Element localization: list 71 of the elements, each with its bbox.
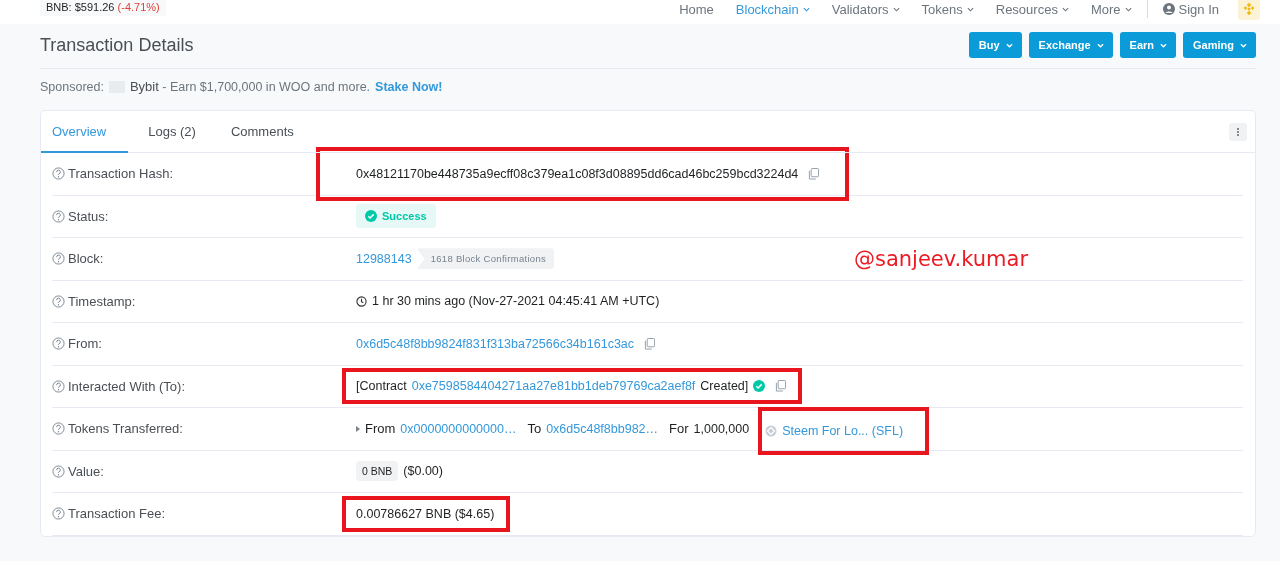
nav-link[interactable]: More [1079, 1, 1143, 17]
contract-suffix: Created] [700, 379, 749, 394]
value-badge: 0 BNB [356, 461, 399, 482]
help-icon [52, 337, 65, 351]
field-label: Value: [68, 463, 104, 479]
field-label: Timestamp: [68, 293, 136, 309]
transaction-hash: 0x48121170be448735a9ecff08c379ea1c08f3d08895dd6cad46bc259bcd3224d4 [356, 166, 799, 181]
user-icon [1162, 3, 1175, 15]
from-label: From [365, 421, 396, 437]
token-icon [765, 424, 778, 437]
help-icon [52, 294, 65, 308]
caret-icon [1160, 42, 1168, 48]
verified-icon [753, 380, 766, 393]
help-icon [52, 507, 65, 521]
caret-icon [356, 425, 360, 432]
more-options-button[interactable] [1229, 123, 1247, 141]
field-label: Interacted With (To): [68, 378, 186, 394]
sponsored-label: Sponsored: [40, 79, 104, 94]
dropdown-button[interactable]: Gaming [1183, 32, 1256, 58]
for-label: For [669, 421, 689, 437]
nav-link[interactable]: Tokens [910, 1, 985, 17]
help-icon [52, 422, 65, 436]
tab[interactable]: Comments [210, 111, 309, 153]
field-label: Transaction Hash: [68, 166, 173, 182]
contract-prefix: [Contract [356, 379, 407, 394]
dropdown-button[interactable]: Buy [968, 32, 1022, 58]
status-badge: Success [356, 204, 436, 229]
nav-link[interactable]: Validators [820, 1, 911, 17]
page-title: Transaction Details [40, 34, 194, 56]
sign-in-link[interactable]: Sign In [1151, 1, 1230, 17]
nav-link[interactable]: Blockchain [724, 1, 821, 17]
address-link[interactable]: 0x0000000000000… [400, 421, 517, 436]
logo-icon[interactable] [1238, 0, 1260, 20]
clock-icon [356, 295, 367, 307]
dropdown-button[interactable]: Exchange [1028, 32, 1113, 58]
field-label: Status: [68, 208, 109, 224]
address-link[interactable]: 0x6d5c48f8bb9824f831f313ba72566c34b161c3ac [356, 336, 635, 351]
help-icon [52, 209, 65, 223]
sponsor-text: Bybit - Earn $1,700,000 in WOO and more. [129, 79, 371, 94]
dropdown-button[interactable]: Earn [1119, 32, 1177, 58]
field-label: Block: [68, 251, 104, 267]
address-link[interactable]: 0x6d5c48f8bb982… [546, 421, 659, 436]
block-link[interactable]: 12988143 [356, 251, 412, 266]
stake-now-link[interactable]: Stake Now! [375, 79, 443, 94]
nav-link[interactable]: Home [668, 1, 725, 17]
help-icon [52, 167, 65, 181]
caret-icon [1096, 42, 1104, 48]
timestamp-text: 1 hr 30 mins ago (Nov-27-2021 04:45:41 AM +UTC) [372, 294, 660, 309]
help-icon [52, 464, 65, 478]
copy-icon[interactable] [808, 167, 820, 180]
tab[interactable]: Logs (2) [128, 111, 211, 153]
contract-link[interactable]: 0xe7598584404271aa27e81bb1deb79769ca2aef8f [411, 379, 696, 394]
help-icon [52, 379, 65, 393]
tab[interactable]: Overview [41, 111, 129, 153]
caret-icon [1005, 42, 1013, 48]
field-label: Transaction Fee: [68, 506, 166, 522]
nav-link[interactable]: Resources [984, 1, 1080, 17]
annotation-text: @sanjeev.kumar [854, 247, 1029, 271]
copy-icon[interactable] [775, 380, 787, 393]
confirmations-badge: 1618 Block Confirmations [416, 248, 555, 270]
token-amount: 1,000,000 [693, 421, 750, 436]
field-label: From: [68, 336, 102, 352]
caret-icon [1240, 42, 1247, 48]
copy-icon[interactable] [644, 337, 656, 350]
field-label: Tokens Transferred: [68, 421, 183, 437]
fee-text: 0.00786627 BNB ($4.65) [356, 506, 495, 521]
token-link[interactable]: Steem For Lo... (SFL) [782, 423, 904, 438]
price-badge: BNB: $591.26 (-4.71%) [40, 0, 166, 16]
value-usd: ($0.00) [403, 464, 443, 479]
help-icon [52, 252, 65, 266]
to-label: To [527, 421, 542, 437]
